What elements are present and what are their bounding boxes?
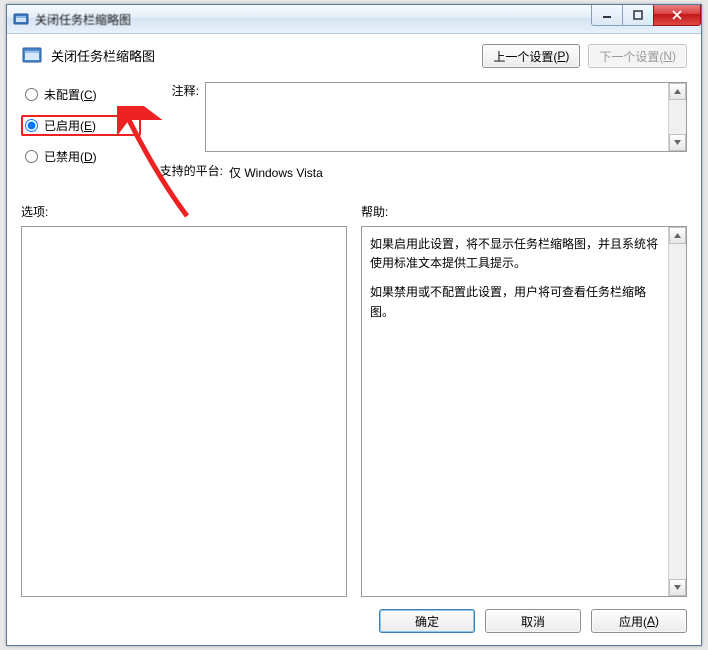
config-row: 未配置(C) 已启用(E) 已禁用(D)	[21, 82, 687, 191]
platform-row: 支持的平台: 仅 Windows Vista	[141, 162, 687, 181]
window-controls	[592, 5, 701, 25]
right-column: 注释: 支持的平台: 仅 Windows Vista	[141, 82, 687, 191]
radio-enabled[interactable]: 已启用(E)	[21, 115, 141, 136]
app-icon	[13, 11, 29, 27]
help-paragraph-1: 如果启用此设置，将不显示任务栏缩略图，并且系统将使用标准文本提供工具提示。	[370, 235, 664, 273]
policy-title: 关闭任务栏缩略图	[21, 44, 482, 66]
options-label: 选项:	[21, 203, 347, 220]
help-label: 帮助:	[361, 203, 687, 220]
help-box[interactable]: 如果启用此设置，将不显示任务栏缩略图，并且系统将使用标准文本提供工具提示。 如果…	[361, 226, 687, 597]
window-title: 关闭任务栏缩略图	[35, 11, 131, 28]
ok-button[interactable]: 确定	[379, 609, 475, 633]
comment-textarea[interactable]	[205, 82, 687, 152]
help-scrollbar[interactable]	[668, 227, 686, 596]
scroll-down-icon[interactable]	[669, 134, 686, 151]
maximize-button[interactable]	[622, 5, 654, 26]
apply-button[interactable]: 应用(A)	[591, 609, 687, 633]
nav-buttons: 上一个设置(P) 下一个设置(N)	[482, 44, 687, 68]
scroll-up-icon[interactable]	[669, 83, 686, 100]
policy-icon	[21, 44, 43, 66]
policy-dialog-window: 关闭任务栏缩略图	[6, 4, 702, 646]
state-radio-group: 未配置(C) 已启用(E) 已禁用(D)	[21, 82, 141, 191]
radio-enabled-input[interactable]	[25, 119, 38, 132]
comment-row: 注释:	[141, 82, 687, 152]
platform-value: 仅 Windows Vista	[229, 162, 323, 181]
next-setting-button[interactable]: 下一个设置(N)	[588, 44, 687, 68]
minimize-button[interactable]	[591, 5, 623, 26]
scroll-up-icon[interactable]	[669, 227, 686, 244]
comment-label: 注释:	[141, 82, 205, 99]
platform-label: 支持的平台:	[141, 162, 229, 179]
titlebar[interactable]: 关闭任务栏缩略图	[7, 5, 701, 34]
client-area: 关闭任务栏缩略图 上一个设置(P) 下一个设置(N) 未配置(C)	[7, 34, 701, 645]
options-pane: 选项:	[21, 203, 347, 597]
policy-title-text: 关闭任务栏缩略图	[51, 46, 155, 65]
dialog-footer: 确定 取消 应用(A)	[21, 597, 687, 633]
scroll-down-icon[interactable]	[669, 579, 686, 596]
close-button[interactable]	[653, 5, 701, 26]
radio-disabled[interactable]: 已禁用(D)	[21, 146, 141, 167]
lower-panes: 选项: 帮助: 如果启用此设置，将不显示任务栏缩略图，并且系统将使用标准文本提供…	[21, 203, 687, 597]
comment-scrollbar[interactable]	[668, 83, 686, 151]
help-pane: 帮助: 如果启用此设置，将不显示任务栏缩略图，并且系统将使用标准文本提供工具提示…	[361, 203, 687, 597]
help-paragraph-2: 如果禁用或不配置此设置，用户将可查看任务栏缩略图。	[370, 283, 664, 321]
radio-disabled-input[interactable]	[25, 150, 38, 163]
previous-setting-button[interactable]: 上一个设置(P)	[482, 44, 580, 68]
radio-not-configured-input[interactable]	[25, 88, 38, 101]
header-row: 关闭任务栏缩略图 上一个设置(P) 下一个设置(N)	[21, 44, 687, 68]
options-box[interactable]	[21, 226, 347, 597]
radio-not-configured[interactable]: 未配置(C)	[21, 84, 141, 105]
cancel-button[interactable]: 取消	[485, 609, 581, 633]
